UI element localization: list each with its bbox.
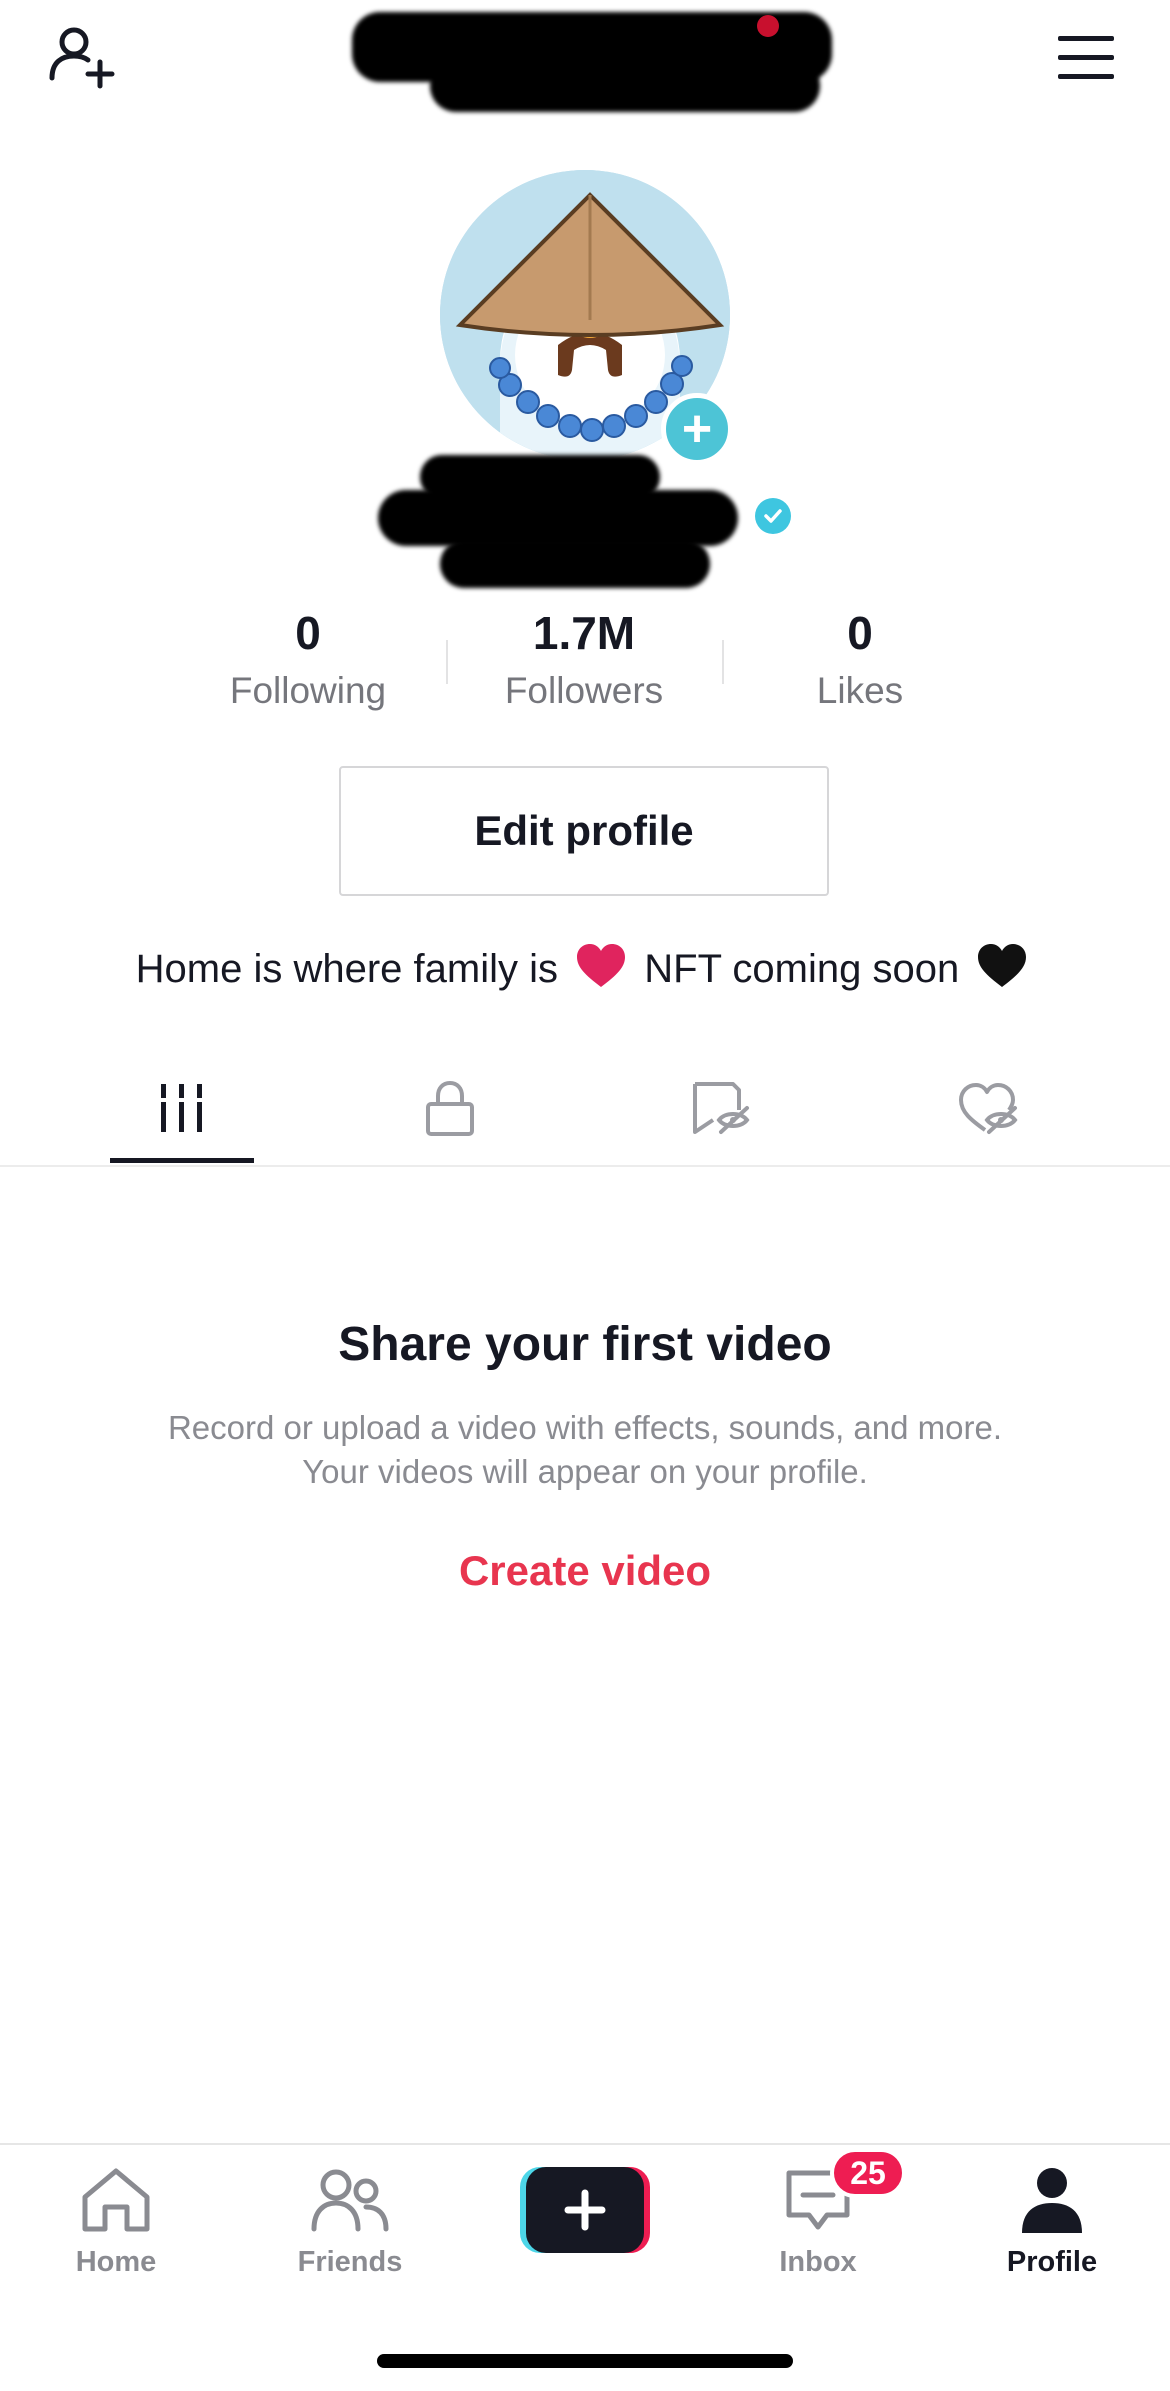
plus-icon <box>520 2167 650 2253</box>
tabs-divider <box>0 1165 1170 1167</box>
add-profile-photo-button[interactable]: + <box>661 393 733 465</box>
home-indicator <box>377 2354 793 2368</box>
friends-icon <box>311 2169 389 2232</box>
profile-icon <box>1022 2168 1082 2233</box>
nav-profile[interactable]: Profile <box>962 2160 1142 2300</box>
tab-videos[interactable] <box>107 1055 257 1161</box>
black-heart-emoji-icon <box>978 944 1027 988</box>
notification-dot <box>757 15 779 37</box>
lock-icon <box>426 1080 474 1136</box>
hidden-likes-icon <box>959 1083 1018 1134</box>
red-heart-emoji-icon <box>577 944 626 988</box>
following-label: Following <box>229 670 387 711</box>
nav-home-label: Home <box>75 2246 157 2278</box>
inbox-unread-badge: 25 <box>830 2148 906 2198</box>
nav-friends[interactable]: Friends <box>260 2160 440 2300</box>
hamburger-menu-icon <box>1058 36 1114 79</box>
empty-state-line: Record or upload a video with effects, s… <box>167 1409 1003 1446</box>
edit-profile-button[interactable]: Edit profile <box>339 766 829 896</box>
followers-count: 1.7M <box>532 607 636 659</box>
create-post-button[interactable] <box>520 2167 650 2253</box>
nav-friends-label: Friends <box>297 2246 403 2278</box>
bio-text: Home is where family is <box>135 947 558 991</box>
empty-state-description: Record or upload a video with effects, s… <box>0 1406 1170 1494</box>
home-icon <box>82 2168 150 2232</box>
handle-redaction <box>420 455 660 499</box>
tab-liked[interactable] <box>913 1055 1063 1161</box>
hidden-bookmark-icon <box>693 1082 750 1134</box>
username-redaction <box>430 60 820 112</box>
grid-videos-icon <box>161 1084 202 1132</box>
handle-redaction <box>440 540 710 588</box>
following-stat[interactable]: 0 Following <box>178 605 438 715</box>
empty-state-line: Your videos will appear on your profile. <box>302 1453 868 1490</box>
verified-check-icon <box>755 498 791 534</box>
followers-label: Followers <box>504 670 664 711</box>
tab-private[interactable] <box>375 1055 525 1161</box>
bio-text: NFT coming soon <box>644 947 960 991</box>
bottom-nav-divider <box>0 2143 1170 2145</box>
menu-button[interactable] <box>1050 22 1122 94</box>
plus-icon: + <box>681 400 713 458</box>
nav-inbox-label: Inbox <box>779 2246 857 2278</box>
nav-home[interactable]: Home <box>26 2160 206 2300</box>
empty-state-title: Share your first video <box>338 1318 832 1371</box>
active-tab-indicator <box>110 1158 254 1163</box>
add-friend-button[interactable] <box>46 22 118 94</box>
profile-bio: Home is where family is NFT coming soon <box>0 930 1170 1008</box>
nav-profile-label: Profile <box>1006 2246 1098 2278</box>
stat-divider <box>722 640 724 684</box>
following-count: 0 <box>295 607 321 659</box>
likes-count: 0 <box>847 607 873 659</box>
person-add-icon <box>49 27 115 89</box>
tab-saved[interactable] <box>645 1055 795 1161</box>
likes-label: Likes <box>816 670 904 711</box>
followers-stat[interactable]: 1.7M Followers <box>454 605 714 715</box>
stat-divider <box>446 640 448 684</box>
likes-stat[interactable]: 0 Likes <box>730 605 990 715</box>
create-video-link[interactable]: Create video <box>0 1541 1170 1601</box>
